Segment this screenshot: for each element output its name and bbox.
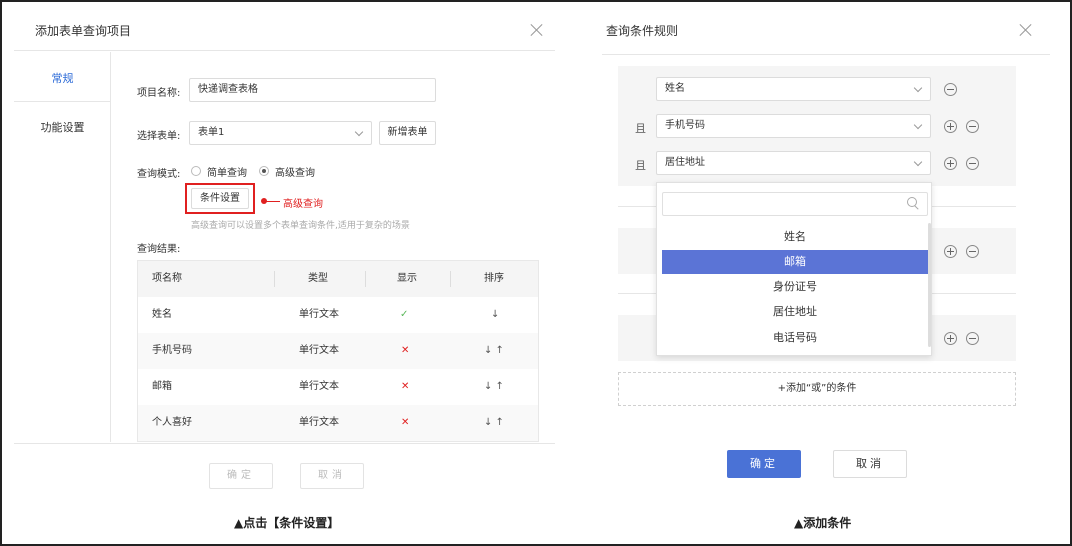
column-divider — [450, 271, 451, 287]
condition-field-select[interactable]: 手机号码 — [656, 114, 931, 138]
remove-circle-icon[interactable] — [966, 332, 979, 345]
annotation-line — [266, 201, 280, 202]
radio-simple-query[interactable]: 简单查询 — [191, 164, 247, 179]
results-table: 项名称 类型 显示 排序 姓名 单行文本 ✓ ↓ 手机号码 单行文本 ✕ ↓ ↑… — [137, 260, 539, 442]
close-icon[interactable] — [530, 23, 544, 37]
remove-circle-icon[interactable] — [944, 83, 957, 96]
display-cross-icon[interactable]: ✕ — [401, 333, 409, 369]
query-results-label: 查询结果: — [137, 244, 181, 255]
condition-field-value: 居住地址 — [665, 157, 705, 168]
query-condition-rules-dialog: 查询条件规则 姓名 且 手机号码 且 居住地址 姓名 邮箱 身份证号 居住地址 … — [590, 2, 1068, 544]
table-header: 项名称 类型 显示 排序 — [138, 261, 538, 297]
advanced-query-hint: 高级查询可以设置多个表单查询条件,适用于复杂的场景 — [191, 221, 410, 231]
caption-right: ▲添加条件 — [794, 516, 852, 530]
sort-arrows-icon[interactable]: ↓ ↑ — [484, 333, 504, 369]
table-row[interactable]: 手机号码 单行文本 ✕ ↓ ↑ — [138, 333, 538, 369]
annotation-text: 高级查询 — [283, 199, 323, 210]
side-nav-item-function-settings[interactable]: 功能设置 — [14, 119, 111, 135]
header-display: 显示 — [397, 273, 417, 284]
display-check-icon[interactable]: ✓ — [400, 297, 408, 333]
table-row[interactable]: 邮箱 单行文本 ✕ ↓ ↑ — [138, 369, 538, 405]
chevron-down-icon — [913, 157, 923, 167]
chevron-down-icon — [913, 83, 923, 93]
row-type: 单行文本 — [299, 381, 339, 392]
add-circle-icon[interactable] — [944, 332, 957, 345]
remove-circle-icon[interactable] — [966, 245, 979, 258]
condition-field-select[interactable]: 姓名 — [656, 77, 931, 101]
condition-field-value: 姓名 — [665, 83, 685, 94]
radio-advanced-label: 高级查询 — [275, 167, 315, 179]
condition-field-value: 手机号码 — [665, 120, 705, 131]
column-divider — [365, 271, 366, 287]
dropdown-option[interactable]: 姓名 — [662, 225, 928, 249]
add-or-condition-button[interactable]: +添加“或”的条件 — [618, 372, 1016, 406]
row-name: 邮箱 — [152, 381, 172, 392]
add-circle-icon[interactable] — [944, 120, 957, 133]
dropdown-option-selected[interactable]: 邮箱 — [662, 250, 928, 274]
row-type: 单行文本 — [299, 417, 339, 428]
form-select[interactable]: 表单1 — [189, 121, 372, 145]
dialog-title: 查询条件规则 — [606, 24, 679, 38]
add-circle-icon[interactable] — [944, 245, 957, 258]
chevron-down-icon — [913, 120, 923, 130]
confirm-button[interactable]: 确定 — [727, 450, 801, 478]
project-name-label: 项目名称: — [137, 88, 181, 99]
form-select-value: 表单1 — [198, 127, 225, 138]
side-nav: 常规 功能设置 — [14, 52, 111, 442]
dropdown-search-input[interactable] — [662, 192, 928, 216]
row-name: 个人喜好 — [152, 417, 192, 428]
row-name: 姓名 — [152, 309, 172, 320]
display-cross-icon[interactable]: ✕ — [401, 369, 409, 405]
row-type: 单行文本 — [299, 309, 339, 320]
new-form-button[interactable]: 新增表单 — [379, 121, 436, 145]
table-row[interactable]: 个人喜好 单行文本 ✕ ↓ ↑ — [138, 405, 538, 441]
and-label: 且 — [635, 159, 646, 172]
cancel-button[interactable]: 取消 — [833, 450, 907, 478]
field-dropdown: 姓名 邮箱 身份证号 居住地址 电话号码 — [656, 182, 932, 356]
close-icon[interactable] — [1019, 23, 1033, 37]
header-sort: 排序 — [484, 273, 504, 284]
confirm-button-disabled[interactable]: 确定 — [209, 463, 273, 489]
chevron-down-icon — [354, 127, 364, 137]
search-icon — [907, 197, 919, 209]
cancel-button-disabled[interactable]: 取消 — [300, 463, 364, 489]
sort-arrows-icon[interactable]: ↓ ↑ — [484, 369, 504, 405]
radio-circle — [191, 166, 201, 176]
remove-circle-icon[interactable] — [966, 120, 979, 133]
dropdown-scrollbar[interactable] — [928, 223, 931, 347]
title-divider — [14, 50, 555, 51]
header-type: 类型 — [308, 273, 328, 284]
side-nav-item-general[interactable]: 常规 — [14, 70, 111, 86]
footer-divider — [14, 443, 555, 444]
row-name: 手机号码 — [152, 345, 192, 356]
project-name-input[interactable]: 快递调查表格 — [189, 78, 436, 102]
table-row[interactable]: 姓名 单行文本 ✓ ↓ — [138, 297, 538, 333]
caption-left: ▲点击【条件设置】 — [234, 516, 340, 530]
title-divider — [602, 54, 1050, 55]
and-label: 且 — [635, 122, 646, 135]
condition-settings-button[interactable]: 条件设置 — [191, 188, 249, 209]
radio-advanced-query[interactable]: 高级查询 — [259, 164, 315, 179]
radio-simple-label: 简单查询 — [207, 167, 247, 179]
display-cross-icon[interactable]: ✕ — [401, 405, 409, 441]
header-name: 项名称 — [152, 273, 182, 284]
dropdown-option[interactable]: 电话号码 — [662, 326, 928, 350]
sort-arrows-icon[interactable]: ↓ ↑ — [484, 405, 504, 441]
row-type: 单行文本 — [299, 345, 339, 356]
condition-field-select-open[interactable]: 居住地址 — [656, 151, 931, 175]
side-nav-divider — [14, 101, 111, 102]
dropdown-option[interactable]: 居住地址 — [662, 300, 928, 324]
sort-arrow-icon[interactable]: ↓ — [491, 297, 499, 333]
form-select-label: 选择表单: — [137, 131, 181, 142]
dialog-title: 添加表单查询项目 — [35, 24, 132, 38]
query-mode-label: 查询模式: — [137, 169, 181, 180]
dropdown-option[interactable]: 身份证号 — [662, 275, 928, 299]
radio-circle-checked — [259, 166, 269, 176]
add-circle-icon[interactable] — [944, 157, 957, 170]
add-query-item-dialog: 添加表单查询项目 常规 功能设置 项目名称: 快递调查表格 选择表单: 表单1 … — [2, 2, 556, 544]
remove-circle-icon[interactable] — [966, 157, 979, 170]
column-divider — [274, 271, 275, 287]
